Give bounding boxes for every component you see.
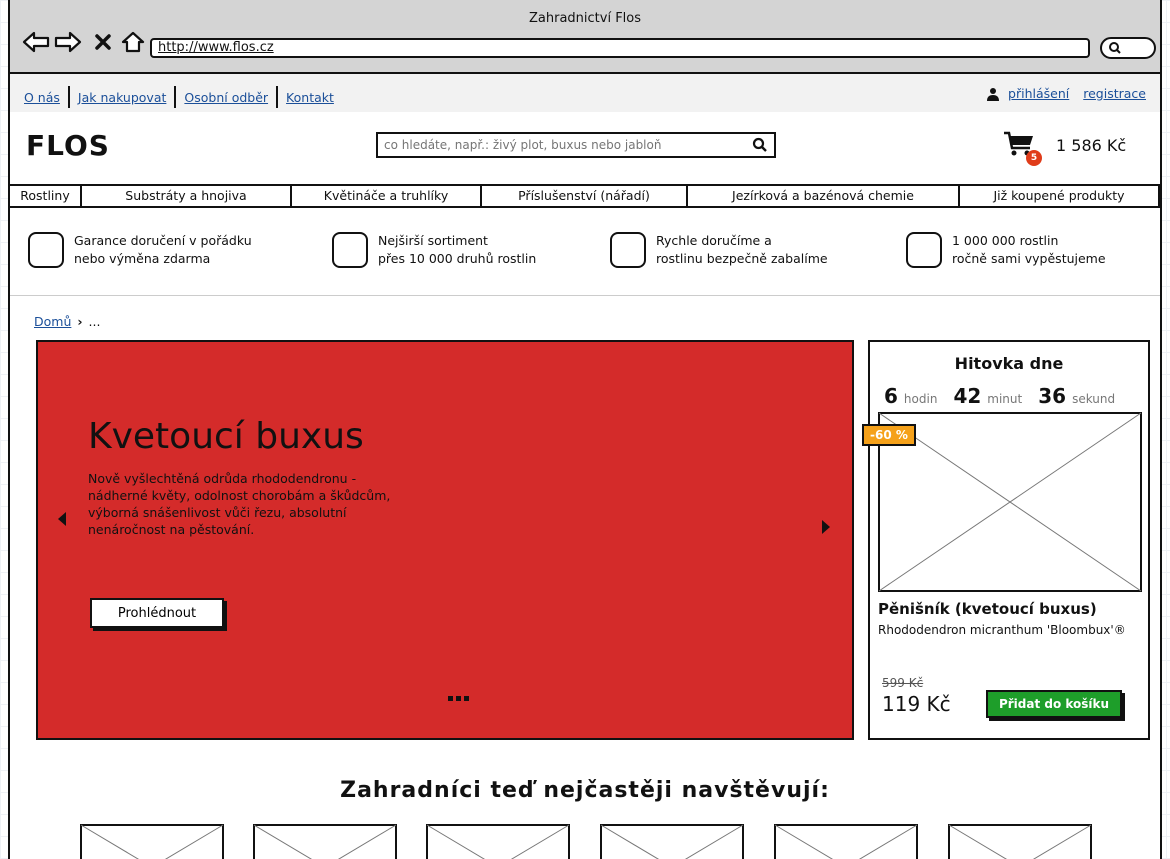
logo[interactable]: FLOS [26, 129, 110, 162]
category-image-placeholder[interactable] [774, 824, 918, 859]
benefit-icon [610, 232, 646, 268]
login-link[interactable]: přihlášení [1008, 86, 1069, 101]
old-price: 599 Kč [882, 676, 924, 690]
breadcrumb-home[interactable]: Domů [34, 314, 71, 329]
benefit-text: Rychle doručíme a [656, 233, 772, 248]
user-icon [987, 87, 1000, 101]
benefit-text: 1 000 000 rostlin [952, 233, 1059, 248]
top-links-bar: O nás Jak nakupovat Osobní odběr Kontakt… [10, 74, 1160, 112]
slide-dot[interactable] [464, 696, 469, 701]
divider [276, 86, 279, 108]
url-text: http://www.flos.cz [158, 40, 274, 55]
category-image-placeholder[interactable] [253, 824, 397, 859]
register-link[interactable]: registrace [1083, 86, 1146, 101]
benefit-text: rostlinu bezpečně zabalíme [656, 251, 828, 266]
category-substraty[interactable]: Substráty a hnojiva [82, 186, 292, 206]
discount-badge: -60 % [862, 424, 916, 446]
category-kvetinace[interactable]: Květináče a truhlíky [292, 186, 482, 206]
benefit-text: nebo výměna zdarma [74, 251, 211, 266]
category-image-placeholder[interactable] [600, 824, 744, 859]
link-osobni-odber[interactable]: Osobní odběr [184, 90, 268, 105]
cart-total[interactable]: 1 586 Kč [1056, 136, 1126, 155]
search-input[interactable] [378, 134, 738, 156]
search-icon[interactable] [752, 137, 768, 153]
back-icon[interactable] [22, 30, 50, 54]
breadcrumb: Domů › ... [34, 314, 100, 329]
timer-minutes: 42 [953, 384, 982, 408]
category-koupene[interactable]: Již koupené produkty [960, 186, 1160, 206]
link-o-nas[interactable]: O nás [24, 90, 60, 105]
benefit-text: přes 10 000 druhů rostlin [378, 251, 537, 266]
divider [174, 86, 177, 108]
benefit-text: Nejširší sortiment [378, 233, 488, 248]
category-rostliny[interactable]: Rostliny [10, 186, 82, 206]
timer-hours: 6 [884, 384, 898, 408]
category-prislusenstvi[interactable]: Příslušenství (nářadí) [482, 186, 688, 206]
slide-dot[interactable] [456, 696, 461, 701]
next-slide-icon[interactable] [820, 518, 832, 536]
benefit-icon [28, 232, 64, 268]
deal-of-day: Hitovka dne 6 hodin 42 minut 36 sekund -… [862, 340, 1150, 740]
category-image-placeholder[interactable] [948, 824, 1092, 859]
benefit-text: ročně sami vypěstujeme [952, 251, 1106, 266]
browser-title: Zahradnictví Flos [528, 11, 642, 26]
view-button[interactable]: Prohlédnout [90, 598, 224, 628]
slide-dot[interactable] [448, 696, 453, 701]
search-icon [1109, 42, 1121, 54]
benefit-item: Rychle doručíme a rostlinu bezpečně zabal… [610, 232, 828, 268]
benefit-icon [906, 232, 942, 268]
forward-icon[interactable] [54, 30, 82, 54]
hero-description: Nově vyšlechtěná odrůda rhododendronu - … [88, 471, 391, 537]
benefit-item: Nejširší sortiment přes 10 000 druhů rost… [332, 232, 536, 268]
timer-hours-label: hodin [903, 392, 938, 406]
link-kontakt[interactable]: Kontakt [286, 90, 334, 105]
hero-banner: Kvetoucí buxus Nově vyšlechtěná odrůda r… [36, 340, 854, 740]
cart-count-badge: 5 [1026, 150, 1042, 166]
breadcrumb-rest: ... [88, 314, 101, 329]
category-image-placeholder[interactable] [80, 824, 224, 859]
address-bar[interactable]: http://www.flos.cz [150, 38, 1090, 58]
category-nav: Rostliny Substráty a hnojiva Květináče a… [10, 184, 1160, 208]
product-name[interactable]: Pěnišník (kvetoucí buxus) [878, 600, 1097, 618]
countdown-timer: 6 hodin 42 minut 36 sekund [884, 384, 1125, 408]
timer-seconds: 36 [1038, 384, 1067, 408]
browser-window: Zahradnictví Flos http://www.flos.cz O n… [8, 0, 1162, 859]
benefit-text: Garance doručení v pořádku [74, 233, 252, 248]
deal-title: Hitovka dne [954, 354, 1064, 373]
product-search[interactable] [376, 132, 776, 158]
product-image-placeholder[interactable] [878, 412, 1142, 592]
link-jak-nakupovat[interactable]: Jak nakupovat [78, 90, 166, 105]
timer-minutes-label: minut [987, 392, 1023, 406]
prev-slide-icon[interactable] [56, 510, 68, 528]
slide-indicator[interactable] [448, 696, 469, 701]
benefit-item: 1 000 000 rostlin ročně sami vypěstujeme [906, 232, 1106, 268]
category-image-placeholder[interactable] [426, 824, 570, 859]
stop-icon[interactable] [94, 33, 112, 51]
browser-search-field[interactable] [1100, 37, 1156, 59]
chevron-right-icon: › [77, 314, 83, 329]
timer-seconds-label: sekund [1072, 392, 1116, 406]
browser-chrome: Zahradnictví Flos http://www.flos.cz [10, 0, 1160, 74]
section-title: Zahradníci teď nejčastěji navštěvují: [340, 778, 830, 803]
home-icon[interactable] [120, 30, 146, 54]
hero-title: Kvetoucí buxus [88, 416, 364, 457]
add-to-cart-button[interactable]: Přidat do košíku [986, 690, 1122, 718]
category-jezirkova[interactable]: Jezírková a bazénová chemie [688, 186, 960, 206]
benefit-icon [332, 232, 368, 268]
new-price: 119 Kč [882, 692, 951, 716]
benefits-bar: Garance doručení v pořádku nebo výměna zd… [10, 208, 1160, 296]
product-latin-name: Rhododendron micranthum 'Bloombux'® [878, 623, 1126, 637]
benefit-item: Garance doručení v pořádku nebo výměna zd… [28, 232, 252, 268]
divider [67, 86, 70, 108]
